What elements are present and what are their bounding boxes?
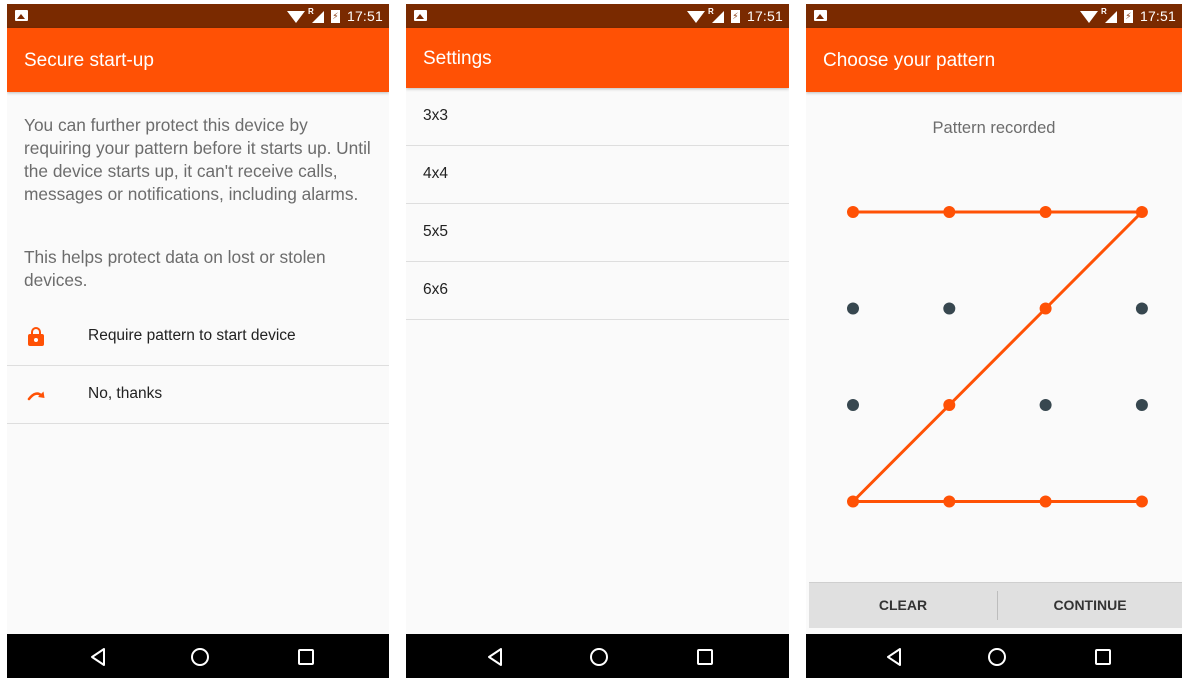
image-icon — [15, 10, 28, 21]
app-bar: Secure start-up — [7, 28, 389, 92]
continue-button[interactable]: CONTINUE — [998, 583, 1182, 628]
battery-charging-icon — [730, 9, 740, 23]
navigation-bar — [7, 634, 389, 678]
status-bar: R 17:51 — [7, 4, 389, 28]
settings-item-4x4[interactable]: 4x4 — [406, 146, 789, 204]
settings-item-label: 5x5 — [423, 223, 448, 240]
pattern-dot[interactable] — [1039, 399, 1052, 411]
wifi-icon — [686, 10, 705, 23]
pattern-dot[interactable] — [1135, 399, 1148, 411]
page-title: Settings — [423, 48, 492, 69]
signal-icon: R — [708, 7, 724, 23]
battery-charging-icon — [330, 9, 340, 23]
phone-screen-secure-startup: R 17:51 Secure start-up You can further … — [7, 4, 389, 678]
home-icon[interactable] — [189, 646, 211, 668]
description-paragraph: You can further protect this device by r… — [24, 115, 371, 204]
pattern-dot-active[interactable] — [1135, 495, 1148, 508]
pattern-dot-active[interactable] — [1135, 206, 1148, 218]
home-icon[interactable] — [588, 646, 610, 668]
settings-item-6x6[interactable]: 6x6 — [406, 262, 789, 320]
recents-icon[interactable] — [295, 646, 317, 668]
pattern-line — [851, 210, 1144, 503]
navigation-bar — [806, 634, 1182, 678]
status-bar: R 17:51 — [406, 4, 789, 28]
back-icon[interactable] — [87, 646, 109, 668]
settings-item-5x5[interactable]: 5x5 — [406, 204, 789, 262]
pattern-dot-active[interactable] — [1039, 495, 1052, 508]
pattern-dot[interactable] — [847, 302, 859, 315]
settings-item-label: 6x6 — [423, 281, 448, 298]
clear-button[interactable]: CLEAR — [809, 583, 997, 628]
pattern-dot-active[interactable] — [847, 495, 859, 508]
page-title: Secure start-up — [24, 50, 154, 71]
app-bar: Settings — [406, 28, 789, 88]
lock-icon — [27, 327, 45, 346]
pattern-dot-active[interactable] — [847, 206, 859, 218]
back-icon[interactable] — [484, 646, 506, 668]
status-time: 17:51 — [346, 8, 383, 24]
pattern-dot[interactable] — [1135, 302, 1148, 315]
home-icon[interactable] — [986, 646, 1008, 668]
pattern-dot-active[interactable] — [943, 399, 956, 411]
recents-icon[interactable] — [694, 646, 716, 668]
pattern-grid[interactable] — [806, 4, 1182, 564]
option-label: No, thanks — [88, 385, 163, 402]
pattern-dot-active[interactable] — [1039, 206, 1052, 218]
image-icon — [414, 10, 427, 21]
description-paragraph: This helps protect data on lost or stole… — [24, 247, 326, 290]
pattern-dot-active[interactable] — [943, 206, 956, 218]
settings-item-label: 3x3 — [423, 107, 448, 124]
pattern-dot[interactable] — [847, 399, 859, 411]
recents-icon[interactable] — [1092, 646, 1114, 668]
pattern-dot-active[interactable] — [1039, 302, 1052, 315]
signal-icon: R — [308, 7, 324, 23]
phone-screen-choose-pattern: R 17:51 Choose your pattern Pattern reco… — [806, 4, 1182, 678]
option-require-pattern[interactable]: Require pattern to start device — [7, 308, 389, 366]
option-label: Require pattern to start device — [88, 327, 296, 344]
status-time: 17:51 — [746, 8, 783, 24]
wifi-icon — [286, 10, 305, 23]
option-no-thanks[interactable]: No, thanks — [7, 366, 389, 424]
pattern-dot[interactable] — [943, 302, 956, 315]
skip-arrow-icon — [27, 385, 45, 403]
navigation-bar — [406, 634, 789, 678]
phone-screen-settings: R 17:51 Settings 3x3 4x4 5x5 6x6 — [406, 4, 789, 678]
settings-item-label: 4x4 — [423, 165, 448, 182]
pattern-button-bar: CLEAR CONTINUE — [809, 582, 1182, 628]
back-icon[interactable] — [883, 646, 905, 668]
pattern-dot-active[interactable] — [943, 495, 956, 508]
settings-item-3x3[interactable]: 3x3 — [406, 88, 789, 146]
